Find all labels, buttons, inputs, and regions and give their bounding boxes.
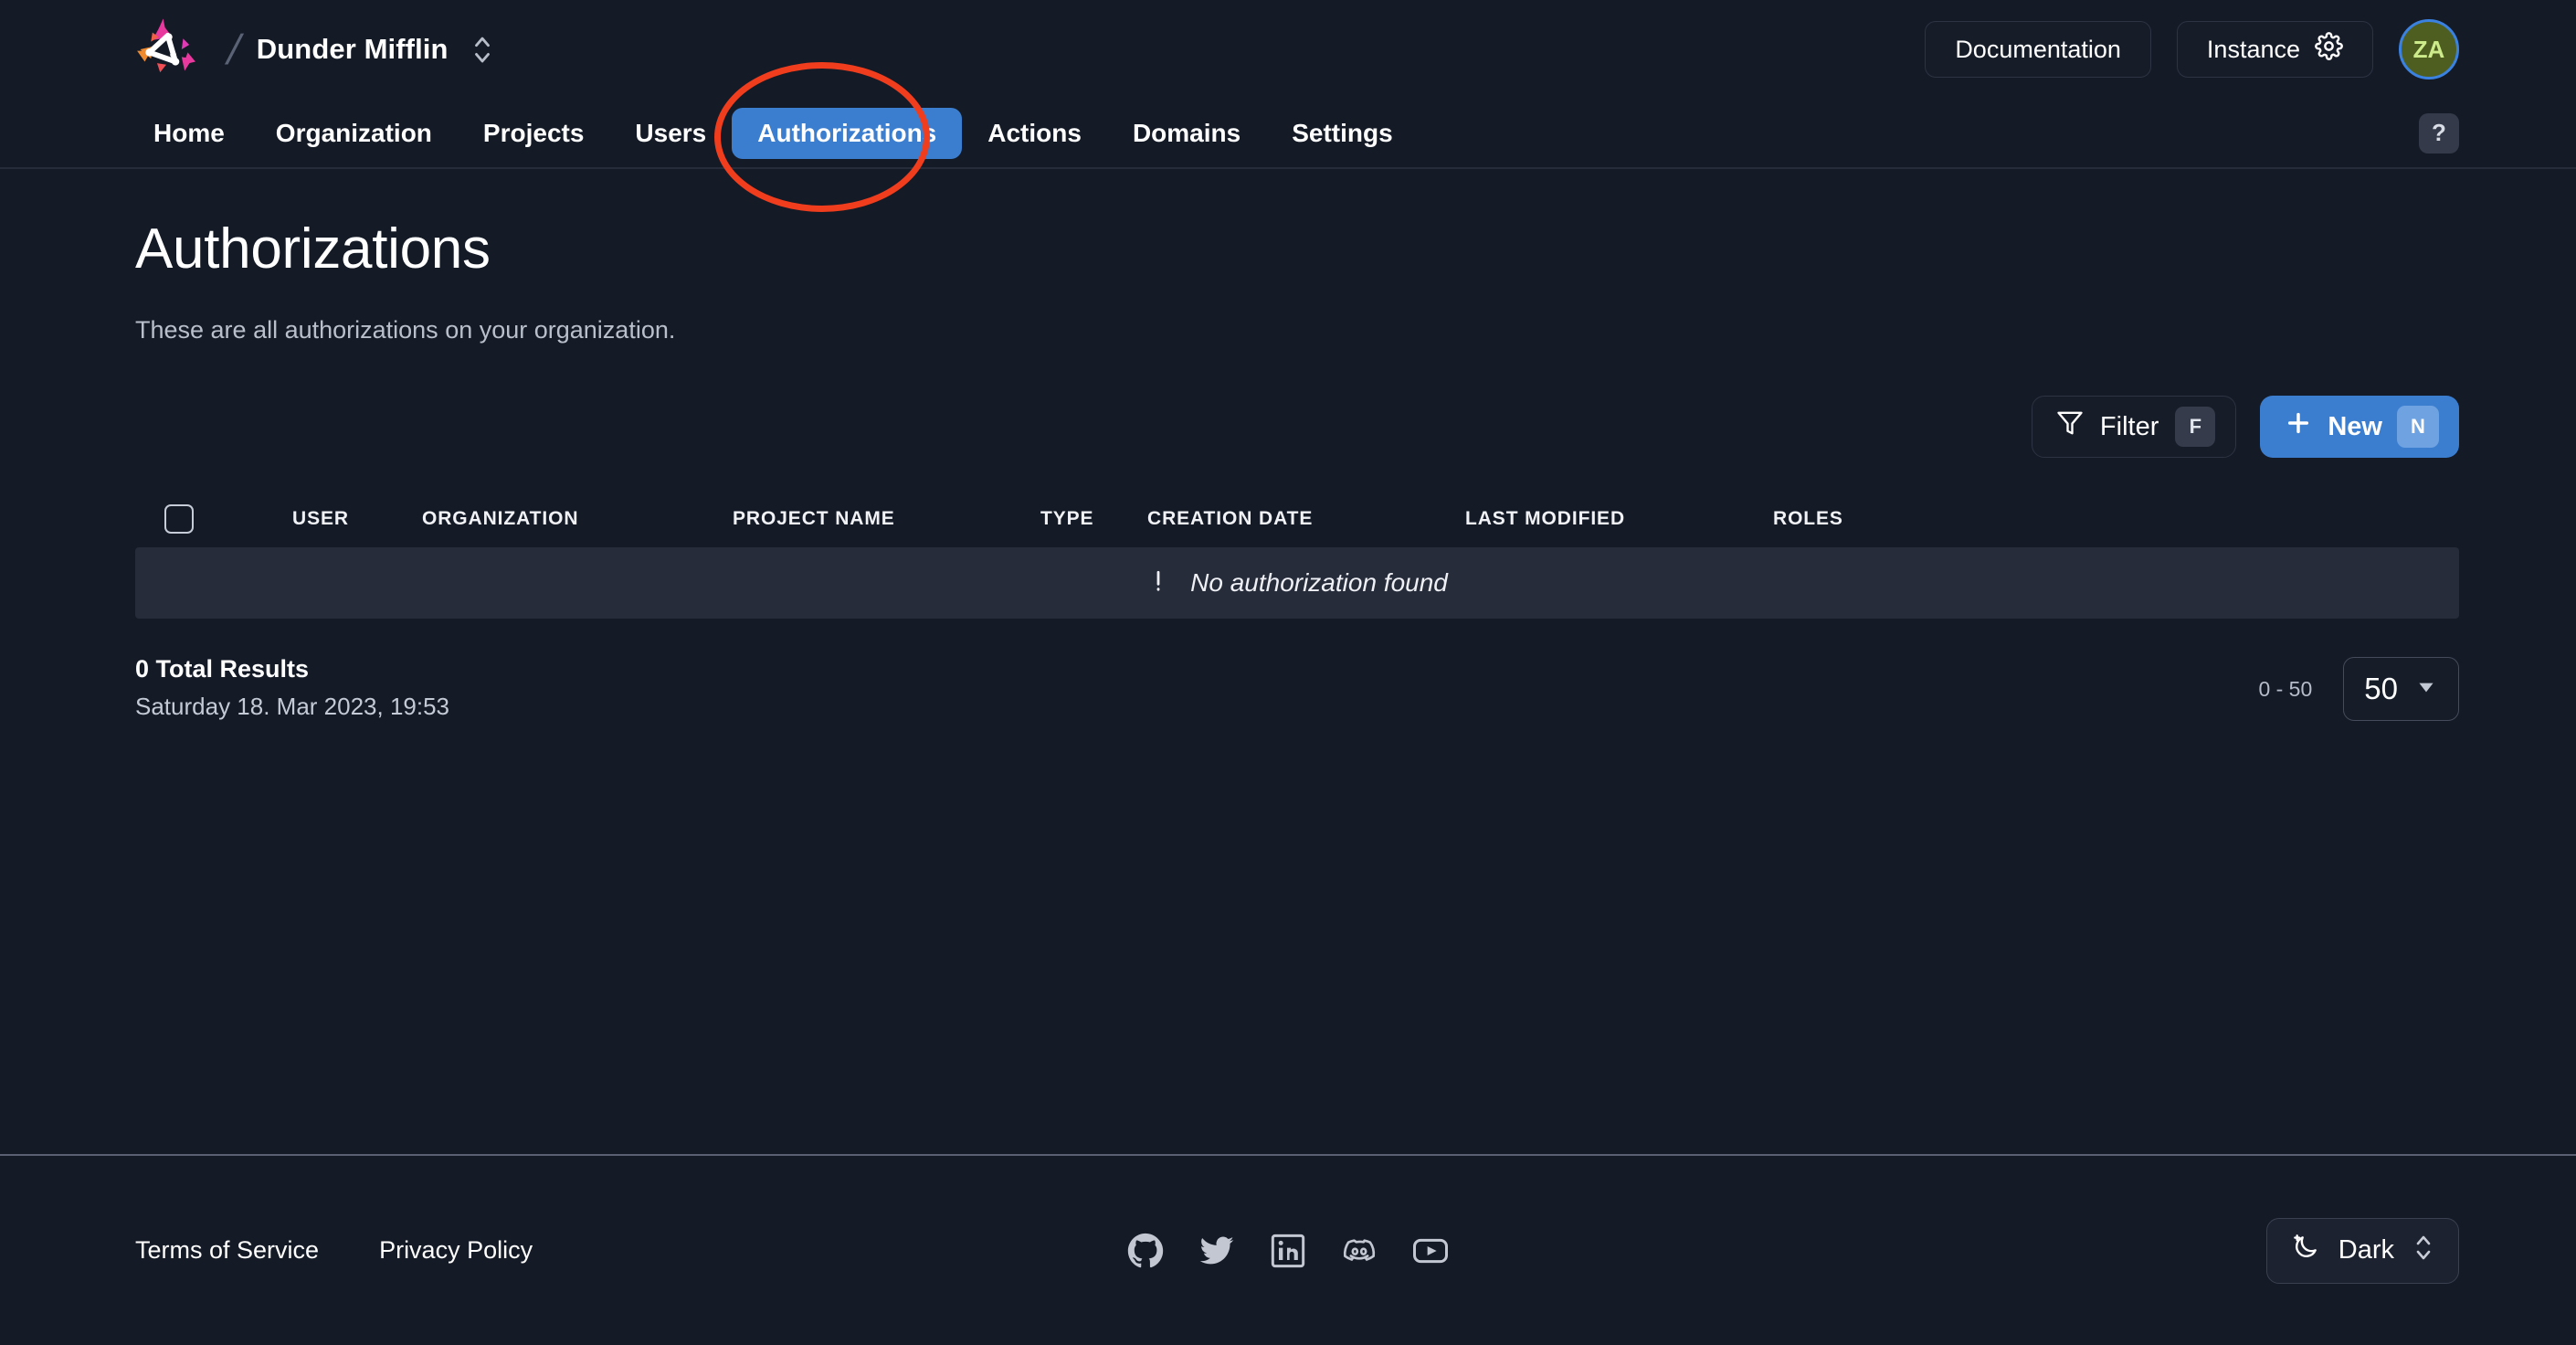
select-all-checkbox[interactable] [164,504,194,534]
top-bar-actions: Documentation Instance ZA [1925,19,2459,79]
new-label: New [2328,411,2382,441]
footer: Terms of Service Privacy Policy Dark [0,1156,2576,1345]
filter-label: Filter [2099,411,2159,441]
avatar-initials: ZA [2412,35,2445,63]
discord-icon[interactable] [1341,1233,1378,1269]
theme-label: Dark [2338,1235,2394,1265]
filter-button[interactable]: Filter F [2031,396,2237,458]
youtube-icon[interactable] [1412,1233,1449,1269]
column-header-user[interactable]: USER [292,508,422,530]
authorizations-table: USER ORGANIZATION PROJECT NAME TYPE CREA… [135,491,2459,619]
pagination-range-label: 0 - 50 [2258,676,2313,701]
linkedin-icon[interactable] [1270,1233,1306,1269]
nav-item-actions[interactable]: Actions [962,108,1107,159]
column-header-last-modified[interactable]: LAST MODIFIED [1465,508,1773,530]
help-button[interactable]: ? [2419,112,2459,154]
theme-switcher[interactable]: Dark [2265,1217,2459,1284]
results-timestamp: Saturday 18. Mar 2023, 19:53 [135,693,450,720]
plus-icon [2284,408,2313,445]
main-content: Authorizations These are all authorizati… [0,217,2576,721]
total-results-label: 0 Total Results [135,655,310,683]
footer-links: Terms of Service Privacy Policy [135,1236,533,1265]
table-empty-state: No authorization found [135,547,2459,619]
funnel-icon [2056,409,2084,444]
table-toolbar: Filter F New N [135,396,2459,458]
documentation-label: Documentation [1955,35,2121,63]
results-bar: 0 Total Results Saturday 18. Mar 2023, 1… [135,655,2459,721]
column-header-organization[interactable]: ORGANIZATION [422,508,733,530]
empty-state-message: No authorization found [1190,568,1448,597]
main-navigation: Home Organization Projects Users Authori… [0,99,2576,169]
filter-shortcut-badge: F [2175,407,2216,447]
new-shortcut-badge: N [2397,406,2439,448]
column-header-roles[interactable]: ROLES [1773,508,1843,530]
brand-group: / Dunder Mifflin [128,11,494,88]
organization-name: Dunder Mifflin [256,33,449,65]
breadcrumb-separator: / [222,26,247,73]
table-header-row: USER ORGANIZATION PROJECT NAME TYPE CREA… [135,491,2459,547]
chevron-up-down-icon[interactable] [470,29,494,69]
privacy-policy-link[interactable]: Privacy Policy [379,1236,533,1265]
moon-star-icon [2291,1233,2320,1269]
nav-item-home[interactable]: Home [128,108,250,159]
new-button[interactable]: New N [2260,396,2459,458]
nhost-triangle-logo-icon[interactable] [128,11,205,88]
column-header-project-name[interactable]: PROJECT NAME [733,508,1040,530]
nav-item-list: Home Organization Projects Users Authori… [128,107,1419,159]
nav-item-domains[interactable]: Domains [1107,108,1266,159]
chevron-up-down-icon [2412,1229,2434,1273]
nav-item-users[interactable]: Users [609,108,732,159]
nav-item-projects[interactable]: Projects [458,108,610,159]
page-subtitle: These are all authorizations on your org… [135,316,676,344]
nav-item-organization[interactable]: Organization [250,108,458,159]
instance-button[interactable]: Instance [2176,21,2373,78]
nav-item-authorizations[interactable]: Authorizations [732,107,963,159]
twitter-icon[interactable] [1198,1233,1235,1269]
page-title: Authorizations [135,217,491,281]
footer-social-links [1127,1233,1449,1269]
documentation-button[interactable]: Documentation [1925,21,2151,78]
per-page-value: 50 [2364,672,2398,705]
gear-icon [2315,32,2343,67]
terms-of-service-link[interactable]: Terms of Service [135,1236,319,1265]
exclamation-icon [1146,567,1170,600]
nav-item-settings[interactable]: Settings [1266,108,1418,159]
instance-label: Instance [2206,35,2300,63]
top-bar: / Dunder Mifflin Documentation Instance … [0,0,2576,99]
column-header-type[interactable]: TYPE [1040,508,1147,530]
results-summary: 0 Total Results Saturday 18. Mar 2023, 1… [135,655,449,721]
github-icon[interactable] [1127,1233,1164,1269]
avatar[interactable]: ZA [2399,19,2459,79]
column-header-creation-date[interactable]: CREATION DATE [1147,508,1465,530]
pagination-controls: 0 - 50 50 [2258,657,2459,721]
chevron-down-icon [2414,672,2438,706]
per-page-select[interactable]: 50 [2343,657,2459,721]
